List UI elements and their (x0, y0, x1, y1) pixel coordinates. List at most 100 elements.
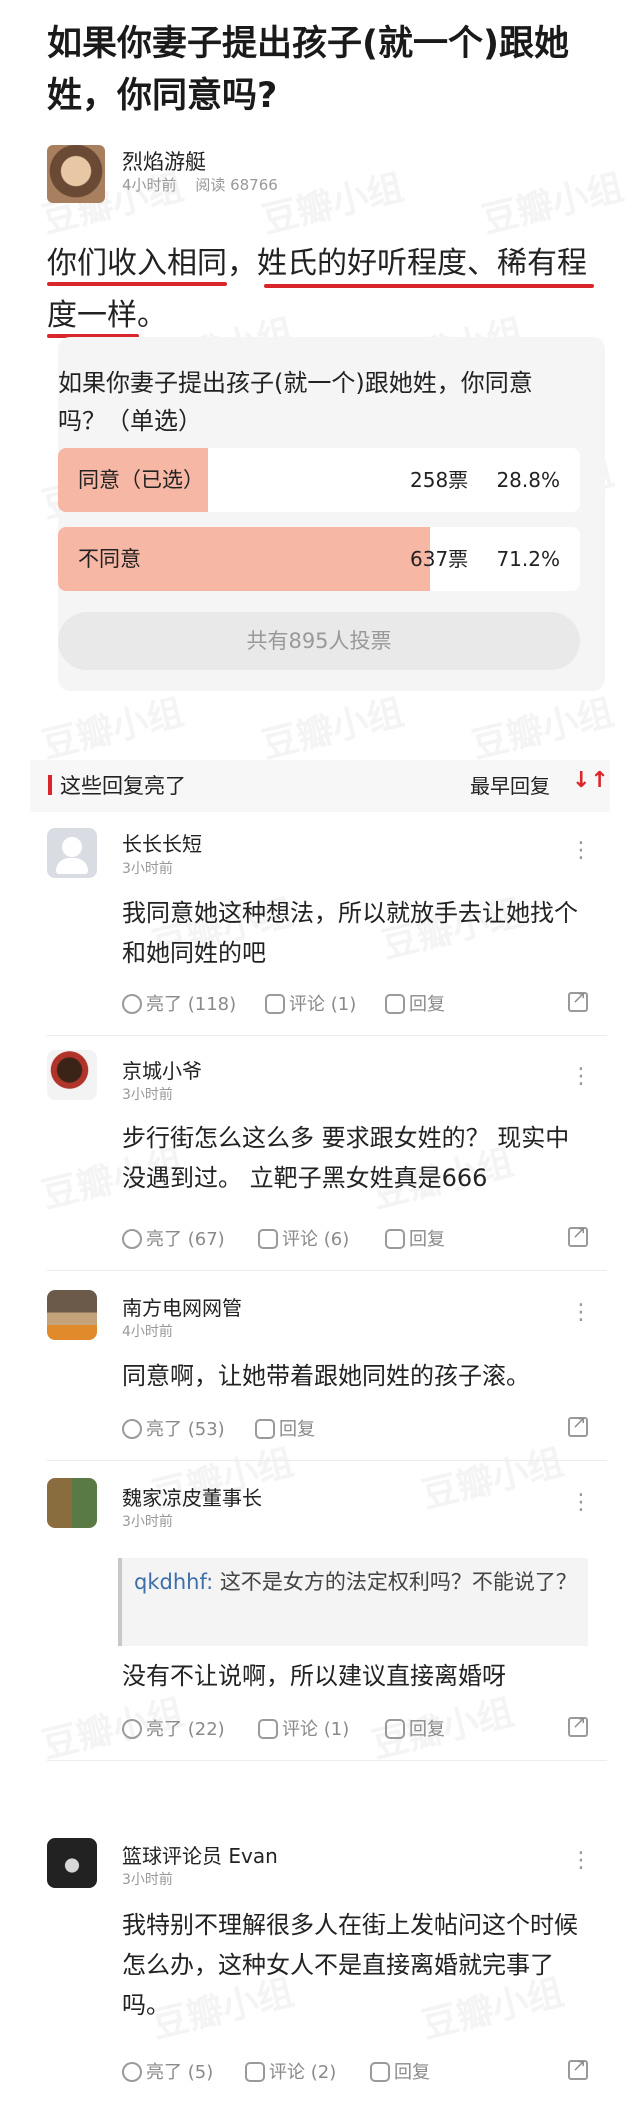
like-count: 亮了 (5) (146, 2062, 214, 2083)
share-icon[interactable] (568, 1713, 588, 1737)
comment-time: 3小时前 (122, 1514, 173, 1530)
poll-question: 如果你妻子提出孩子(就一个)跟她姓，你同意吗？（单选） (58, 369, 533, 435)
share-icon[interactable] (568, 1223, 588, 1247)
quoted-content: 这不是女方的法定权利吗？不能说了？ (213, 1570, 577, 1594)
poll-option-label: 不同意 (78, 547, 141, 571)
avatar[interactable] (47, 1290, 97, 1340)
like-icon (122, 1419, 142, 1439)
poll-total-votes: 共有895人投票 (58, 612, 580, 670)
post-title: 如果你妻子提出孩子(就一个)跟她姓，你同意吗? (47, 24, 569, 116)
reply-label: 回复 (394, 2062, 430, 2083)
like-icon (122, 2062, 142, 2082)
reply-button[interactable]: 回复 (370, 2058, 430, 2084)
watermark-text: 豆瓣小组 (258, 692, 408, 767)
reply-label: 回复 (279, 1419, 315, 1440)
comment-button[interactable]: 评论 (2) (245, 2058, 336, 2084)
reply-icon (370, 2062, 390, 2082)
underline-mark (264, 284, 594, 288)
divider (47, 1035, 607, 1036)
avatar[interactable] (47, 1838, 97, 1888)
sort-button[interactable]: 最早回复 (470, 770, 550, 799)
sort-arrows-icon[interactable]: ↓↑ (572, 768, 609, 793)
comment-button[interactable]: 评论 (1) (265, 990, 356, 1016)
avatar[interactable] (47, 1050, 97, 1100)
watermark-text: 豆瓣小组 (258, 167, 408, 242)
comment-icon (258, 1719, 278, 1739)
comment-time: 3小时前 (122, 861, 173, 877)
poll-option-disagree[interactable]: 不同意 637票 71.2% (58, 527, 580, 591)
comment-text: 同意啊，让她带着跟她同姓的孩子滚。 (122, 1362, 530, 1390)
author-avatar[interactable] (47, 145, 105, 203)
comment-text: 没有不让说啊，所以建议直接离婚呀 (122, 1662, 506, 1690)
watermark-text: 豆瓣小组 (478, 167, 628, 242)
comment-time: 4小时前 (122, 1324, 173, 1340)
poll-option-count: 637票 (410, 547, 469, 571)
reply-button[interactable]: 回复 (385, 1715, 445, 1741)
like-icon (122, 994, 142, 1014)
poll-option-agree[interactable]: 同意（已选） 258票 28.8% (58, 448, 580, 512)
share-icon[interactable] (568, 988, 588, 1012)
more-icon[interactable]: ⋮ (570, 1064, 592, 1089)
comment-button[interactable]: 评论 (6) (258, 1225, 349, 1251)
comment-time: 3小时前 (122, 1872, 173, 1888)
comment-count: 评论 (1) (289, 994, 357, 1015)
share-icon[interactable] (568, 2056, 588, 2080)
divider (47, 1760, 607, 1761)
comment-count: 评论 (2) (269, 2062, 337, 2083)
comment-author[interactable]: 京城小爷 (122, 1055, 202, 1084)
underline-mark (47, 282, 227, 286)
post-meta: 4小时前 阅读 68766 (122, 174, 292, 195)
quoted-reply-text: qkdhhf: 这不是女方的法定权利吗？不能说了？ (134, 1564, 584, 1600)
like-count: 亮了 (118) (146, 994, 237, 1015)
reply-button[interactable]: 回复 (385, 990, 445, 1016)
watermark-text: 豆瓣小组 (418, 1442, 568, 1517)
comment-icon (265, 994, 285, 1014)
like-icon (122, 1719, 142, 1739)
like-button[interactable]: 亮了 (118) (122, 990, 236, 1016)
like-button[interactable]: 亮了 (67) (122, 1225, 225, 1251)
reply-icon (385, 994, 405, 1014)
more-icon[interactable]: ⋮ (570, 838, 592, 863)
comment-author[interactable]: 长长长短 (122, 828, 202, 857)
reply-label: 回复 (409, 1229, 445, 1250)
post-body: 你们收入相同，姓氏的好听程度、稀有程度一样。 (47, 246, 587, 333)
divider (47, 1270, 607, 1271)
reply-icon (385, 1719, 405, 1739)
avatar[interactable] (47, 828, 97, 878)
comment-button[interactable]: 评论 (1) (258, 1715, 349, 1741)
more-icon[interactable]: ⋮ (570, 1848, 592, 1873)
more-icon[interactable]: ⋮ (570, 1300, 592, 1325)
comment-icon (258, 1229, 278, 1249)
like-count: 亮了 (22) (146, 1719, 225, 1740)
reply-label: 回复 (409, 994, 445, 1015)
poll-option-percent: 28.8% (496, 468, 560, 492)
reply-icon (385, 1229, 405, 1249)
like-count: 亮了 (53) (146, 1419, 225, 1440)
divider (47, 1460, 607, 1461)
more-icon[interactable]: ⋮ (570, 1490, 592, 1515)
reply-button[interactable]: 回复 (255, 1415, 315, 1441)
like-button[interactable]: 亮了 (5) (122, 2058, 213, 2084)
comment-author[interactable]: 魏家凉皮董事长 (122, 1482, 262, 1511)
reply-label: 回复 (409, 1719, 445, 1740)
comment-text: 我同意她这种想法，所以就放手去让她找个和她同姓的吧 (122, 899, 578, 967)
comment-author[interactable]: 篮球评论员 Evan (122, 1840, 278, 1869)
default-avatar-body (56, 858, 88, 874)
section-title: 这些回复亮了 (60, 774, 186, 798)
poll-option-percent: 71.2% (496, 547, 560, 571)
share-icon[interactable] (568, 1413, 588, 1437)
avatar[interactable] (47, 1478, 97, 1528)
comment-author[interactable]: 南方电网网管 (122, 1292, 242, 1321)
comment-text: 步行街怎么这么多 要求跟女姓的？ 现实中没遇到过。 立靶子黑女姓真是666 (122, 1124, 570, 1192)
default-avatar-icon (62, 837, 82, 857)
watermark-text: 豆瓣小组 (468, 692, 618, 767)
quoted-user[interactable]: qkdhhf: (134, 1570, 213, 1594)
like-button[interactable]: 亮了 (53) (122, 1415, 225, 1441)
like-button[interactable]: 亮了 (22) (122, 1715, 225, 1741)
reply-icon (255, 1419, 275, 1439)
author-name[interactable]: 烈焰游艇 (122, 146, 206, 176)
reply-button[interactable]: 回复 (385, 1225, 445, 1251)
like-icon (122, 1229, 142, 1249)
poll-option-count: 258票 (410, 468, 469, 492)
comment-icon (245, 2062, 265, 2082)
